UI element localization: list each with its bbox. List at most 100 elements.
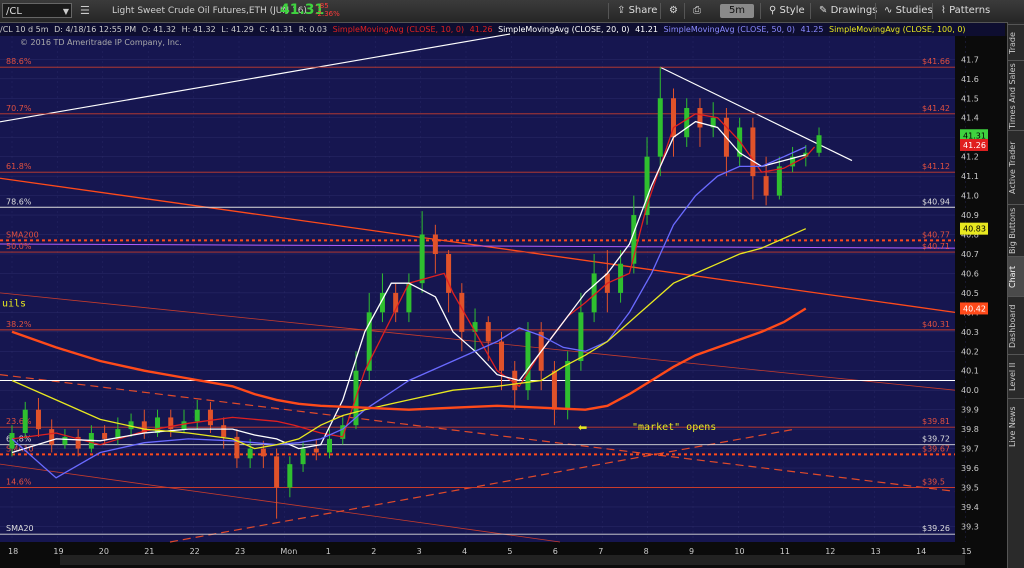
price-chart[interactable]: 39.3 39.4 39.5 39.6 39.7 39.8 39.9 40.0 40.1 40.2… (0, 22, 1007, 568)
fib-price-label: $39.81 (922, 417, 950, 426)
print-icon[interactable]: ⎙ (684, 3, 706, 19)
candle (62, 436, 68, 445)
drawings-button[interactable]: ✎ Drawings (810, 3, 877, 19)
horizontal-scrollbar[interactable] (60, 555, 965, 565)
candle (750, 127, 756, 177)
symbol-label: /CL (6, 6, 22, 17)
candle (221, 425, 227, 437)
y-tick-label: 41.7 (961, 55, 979, 64)
y-tick-label: 39.3 (961, 522, 979, 531)
chevron-down-icon: ▼ (62, 7, 69, 16)
fib-price-label: $40.94 (922, 197, 950, 206)
candle (274, 456, 280, 488)
side-tabs: Trade Times And Sales Active Trader Big But… (1007, 22, 1024, 568)
studies-icon: ∿ (884, 5, 893, 16)
candle (657, 98, 663, 157)
fib-price-label: $41.12 (922, 162, 950, 171)
side-tab-big-buttons[interactable]: Big Buttons (1008, 204, 1024, 257)
side-tab-dashboard[interactable]: Dashboard (1008, 296, 1024, 355)
fib-price-label: $39.5 (922, 478, 945, 487)
candle (49, 429, 55, 445)
y-tick-label: 40.3 (961, 328, 979, 337)
y-tick-label: 41.0 (961, 192, 979, 201)
candle (432, 234, 438, 254)
annotation-uils: uils (2, 299, 26, 310)
fib-price-label: $39.67 (922, 444, 950, 453)
fib-label: 70.7% (6, 104, 32, 113)
fib-price-label: $41.42 (922, 104, 950, 113)
side-tab-live-news[interactable]: Live News (1008, 398, 1024, 455)
change-abs: -.85 (315, 2, 329, 10)
pencil-icon: ✎ (819, 5, 828, 16)
y-tick-label: 41.2 (961, 153, 979, 162)
patterns-label: Patterns (949, 5, 991, 16)
candle (102, 433, 108, 439)
candle (300, 448, 306, 465)
y-tick-label: 41.6 (961, 75, 979, 84)
fib-label: 14.6% (6, 478, 32, 487)
fib-label: 38.2% (6, 320, 32, 329)
timeframe-selector[interactable]: 5m (720, 4, 754, 18)
fib-label: SMA20 (6, 524, 34, 533)
y-tick-label: 40.7 (961, 250, 979, 259)
share-label: Share (628, 5, 658, 16)
y-tick-label: 41.4 (961, 114, 979, 123)
price-badge-label: 40.83 (963, 225, 986, 234)
fib-price-label: $40.71 (922, 242, 950, 251)
y-tick-label: 40.0 (961, 386, 979, 395)
candle (419, 234, 425, 284)
price-badge-label: 41.31 (963, 131, 986, 140)
y-tick-label: 40.6 (961, 269, 979, 278)
symbol-selector[interactable]: /CL ▼ (2, 3, 72, 18)
y-tick-label: 40.9 (961, 211, 979, 220)
patterns-button[interactable]: ⌇ Patterns (932, 3, 990, 19)
candle (551, 370, 557, 410)
candle (247, 448, 253, 459)
candle (35, 409, 41, 430)
y-tick-label: 39.5 (961, 484, 979, 493)
fib-label: 78.6% (6, 197, 32, 206)
y-tick-label: 39.4 (961, 503, 979, 512)
patterns-icon: ⌇ (941, 5, 946, 16)
y-tick-label: 39.7 (961, 445, 979, 454)
share-icon: ⇪ (617, 5, 626, 16)
candle (485, 322, 491, 342)
instrument-name: Light Sweet Crude Oil Futures,ETH (JUN 1… (112, 6, 307, 16)
fib-price-label: $39.26 (922, 524, 950, 533)
side-tab-times-and-sales[interactable]: Times And Sales (1008, 60, 1024, 131)
fib-label: 50.0% (6, 242, 32, 251)
drawings-label: Drawings (830, 5, 878, 16)
fib-label: 61.8% (6, 162, 32, 171)
gear-icon[interactable]: ⚙ (660, 3, 682, 19)
y-tick-label: 41.1 (961, 172, 979, 181)
side-tab-level-ii[interactable]: Level II (1008, 354, 1024, 399)
list-icon[interactable]: ☰ (80, 4, 90, 17)
candle (194, 409, 200, 422)
y-tick-label: 40.2 (961, 347, 979, 356)
fib-price-label: $39.72 (922, 435, 950, 444)
y-tick-label: 41.5 (961, 94, 979, 103)
fib-label: 88.6% (6, 57, 32, 66)
y-tick-label: 39.9 (961, 406, 979, 415)
copyright: © 2016 TD Ameritrade IP Company, Inc. (20, 38, 182, 47)
candle (776, 166, 782, 196)
change-pct: -2.36% (315, 10, 340, 18)
candle (313, 448, 319, 453)
side-tab-active-trader[interactable]: Active Trader (1008, 130, 1024, 205)
y-tick-label: 39.6 (961, 464, 979, 473)
side-tab-trade[interactable]: Trade (1008, 24, 1024, 61)
candle (763, 176, 769, 196)
price-badge-label: 40.42 (963, 304, 986, 313)
plot-area (0, 36, 955, 542)
style-button[interactable]: ⚲ Style (760, 3, 805, 19)
studies-button[interactable]: ∿ Studies (875, 3, 933, 19)
x-tick-label: 18 (8, 547, 18, 556)
y-tick-label: 40.5 (961, 289, 979, 298)
annotation-market-opens: "market" opens (632, 422, 716, 433)
share-button[interactable]: ⇪ Share (608, 3, 657, 19)
candle (565, 361, 571, 410)
side-tab-chart[interactable]: Chart (1008, 256, 1024, 297)
candle (327, 438, 333, 453)
candle (207, 409, 213, 426)
candle (499, 341, 505, 371)
